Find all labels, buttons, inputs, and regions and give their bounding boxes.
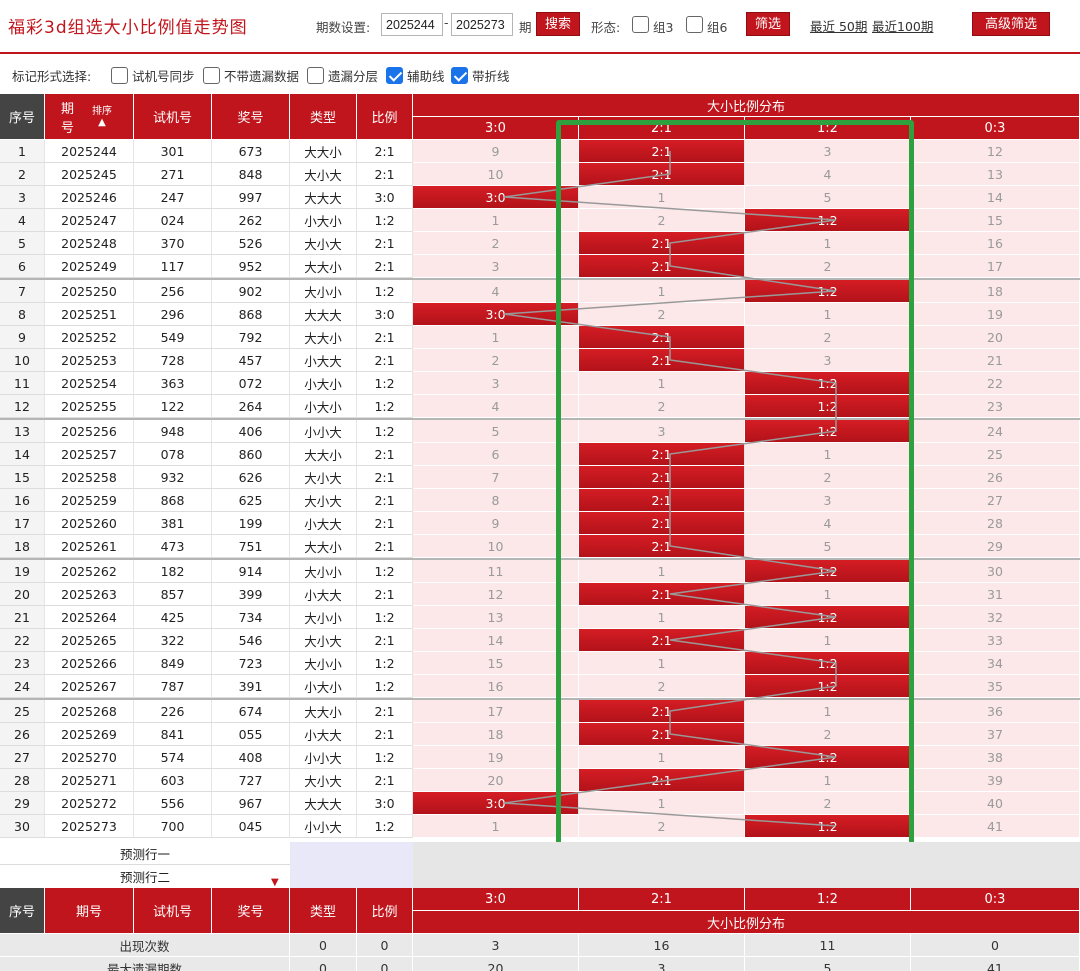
footer-period: 期号 <box>45 888 134 934</box>
stat-value: 41 <box>911 957 1080 971</box>
footer-col-0-3: 0:3 <box>911 888 1080 911</box>
stat-label: 最大遗漏期数 <box>0 957 290 971</box>
stat-value: 11 <box>745 934 911 957</box>
footer-col-3-0: 3:0 <box>413 888 579 911</box>
footer-col-1-2: 1:2 <box>745 888 911 911</box>
footer-type: 类型 <box>290 888 357 934</box>
stat-ratio: 0 <box>357 957 413 971</box>
footer-trial: 试机号 <box>134 888 212 934</box>
stat-value: 3 <box>579 957 745 971</box>
predict-row-1: 预测行一 <box>0 842 290 865</box>
stat-type: 0 <box>290 934 357 957</box>
stat-ratio: 0 <box>357 934 413 957</box>
footer-ratio: 比例 <box>357 888 413 934</box>
footer-prize: 奖号 <box>212 888 290 934</box>
stat-value: 5 <box>745 957 911 971</box>
footer-distribution: 大小比例分布 <box>413 911 1080 934</box>
footer-seq: 序号 <box>0 888 45 934</box>
trend-polyline <box>503 151 837 827</box>
stat-value: 20 <box>413 957 579 971</box>
footer-col-2-1: 2:1 <box>579 888 745 911</box>
stat-type: 0 <box>290 957 357 971</box>
stat-label: 出现次数 <box>0 934 290 957</box>
down-arrow-icon[interactable]: ▼ <box>271 877 279 888</box>
predict-dist-area[interactable] <box>413 842 1080 888</box>
stat-value: 16 <box>579 934 745 957</box>
predict-input-area[interactable] <box>290 842 413 888</box>
stat-value: 0 <box>911 934 1080 957</box>
stat-value: 3 <box>413 934 579 957</box>
highlight-box <box>556 120 914 852</box>
predict-row-2: 预测行二 <box>119 870 170 885</box>
